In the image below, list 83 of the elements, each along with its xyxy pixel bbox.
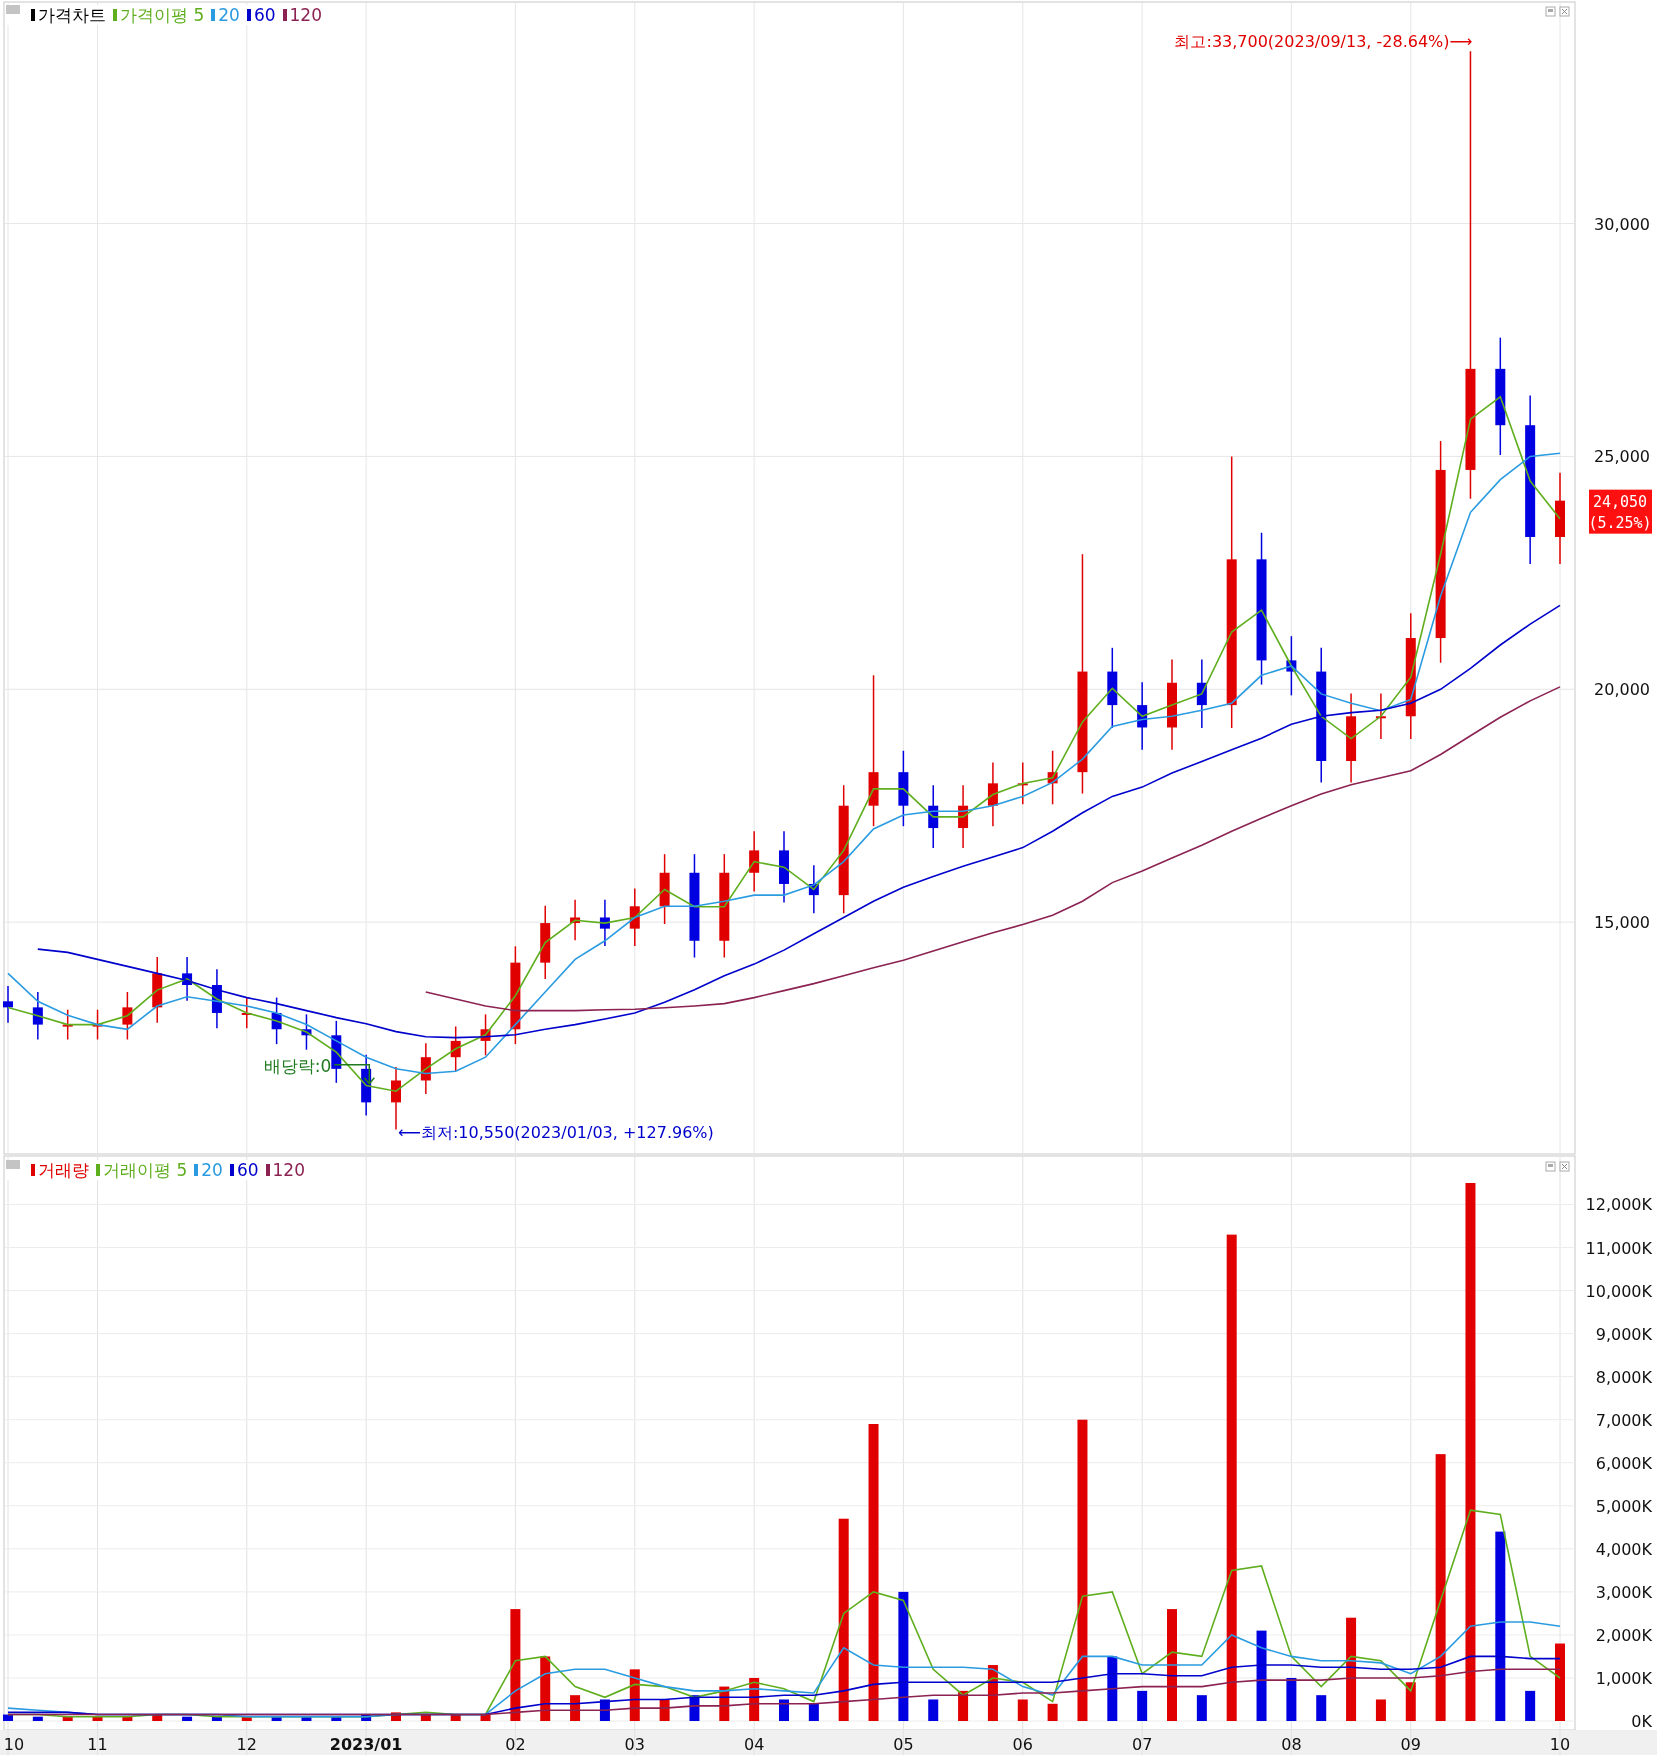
panel-handle-icon[interactable]	[6, 5, 20, 14]
axis-label: 10	[1549, 1735, 1571, 1754]
candlestick	[659, 853, 670, 925]
axis-label: 20,000	[1594, 680, 1650, 700]
close-icon[interactable]	[1559, 1161, 1570, 1172]
candlestick	[1375, 692, 1386, 740]
axis-label: 0K	[1631, 1712, 1652, 1731]
annotation-label: 최고:33,700(2023/09/13, -28.64%)⟶	[1174, 32, 1473, 52]
close-icon[interactable]	[1559, 6, 1570, 17]
legend-label: 60	[236, 1160, 259, 1180]
axis-label: 2023/01	[329, 1735, 403, 1754]
candlestick	[808, 864, 819, 915]
axis-label: 03	[624, 1735, 645, 1754]
axis-label: 15,000	[1594, 913, 1650, 933]
axis-label: 07	[1131, 1735, 1153, 1754]
candlestick	[1047, 750, 1058, 806]
axis-label: 4,000K	[1595, 1539, 1652, 1559]
candlestick	[152, 956, 163, 1024]
axis-label: 2,000K	[1595, 1625, 1652, 1645]
candlestick	[1196, 658, 1207, 729]
candlestick	[391, 1066, 401, 1131]
candlestick	[3, 985, 13, 1024]
axis-label: 04	[743, 1735, 765, 1754]
axis-label: 12,000K	[1585, 1195, 1652, 1215]
legend-label: 20	[218, 5, 240, 25]
bracket-arrow	[333, 1064, 376, 1085]
axis-label: 6,000K	[1595, 1453, 1652, 1473]
axis-label: 8,000K	[1595, 1367, 1652, 1387]
legend-label: 60	[253, 5, 276, 25]
legend-label: 120	[289, 5, 322, 25]
candlestick	[271, 996, 282, 1045]
candlestick	[749, 830, 760, 893]
axis-label: 9,000K	[1595, 1324, 1652, 1344]
price-tag: 24,050 (5.25%)	[1588, 489, 1652, 534]
candlestick	[599, 899, 610, 947]
candlestick	[570, 899, 581, 942]
panel-handle-icon[interactable]	[6, 1160, 20, 1169]
candlestick	[62, 1008, 73, 1041]
candlestick	[928, 784, 939, 849]
axis-label: 02	[505, 1735, 526, 1754]
axis-label: 11	[87, 1735, 108, 1754]
candlestick	[241, 996, 252, 1030]
axis-label: 1,000K	[1595, 1668, 1652, 1688]
legend-label: 거래량	[38, 1160, 89, 1180]
axis-label: 10	[3, 1735, 25, 1754]
candlestick	[958, 784, 969, 849]
candlestick	[301, 1013, 312, 1051]
restore-icon[interactable]	[1545, 1161, 1556, 1172]
restore-icon[interactable]	[1545, 6, 1556, 17]
legend-label: 20	[201, 1160, 223, 1180]
axis-label: 30,000	[1594, 214, 1650, 234]
candlestick	[987, 761, 998, 827]
candlestick	[420, 1042, 431, 1095]
annotation-label: ⟵최저:10,550(2023/01/03, +127.96%)	[398, 1123, 714, 1143]
legend-label: 거래이평 5	[103, 1160, 188, 1180]
axis-label: 5,000K	[1595, 1496, 1652, 1516]
axis-label: 10,000K	[1585, 1281, 1652, 1301]
candlestick	[1286, 635, 1297, 697]
legend-label: 가격이평 5	[120, 5, 205, 25]
axis-label: 05	[893, 1735, 914, 1754]
candlestick	[1137, 681, 1148, 751]
candlestick	[629, 887, 640, 947]
candlestick	[331, 1020, 342, 1084]
axis-label: 09	[1400, 1735, 1421, 1754]
axis-label: 11,000K	[1585, 1238, 1652, 1258]
axis-label: 7,000K	[1595, 1410, 1652, 1430]
candlestick	[211, 968, 222, 1030]
candlestick	[480, 1013, 491, 1057]
candlestick	[361, 1054, 372, 1117]
axis-label: 06	[1012, 1735, 1033, 1754]
candlestick	[1017, 761, 1028, 806]
candlestick	[182, 956, 193, 1002]
axis-label: 3,000K	[1595, 1582, 1652, 1602]
legend-label: 120	[272, 1160, 305, 1180]
candlestick	[32, 991, 43, 1041]
candlestick	[450, 1025, 461, 1072]
axis-label: 08	[1281, 1735, 1302, 1754]
legend-label: 가격차트	[38, 5, 106, 25]
annotation-label: 배당락:0	[263, 1055, 332, 1076]
candlestick	[122, 991, 133, 1041]
axis-label: 25,000	[1594, 447, 1650, 467]
axis-label: 12	[236, 1735, 257, 1754]
candlestick	[92, 1008, 103, 1041]
